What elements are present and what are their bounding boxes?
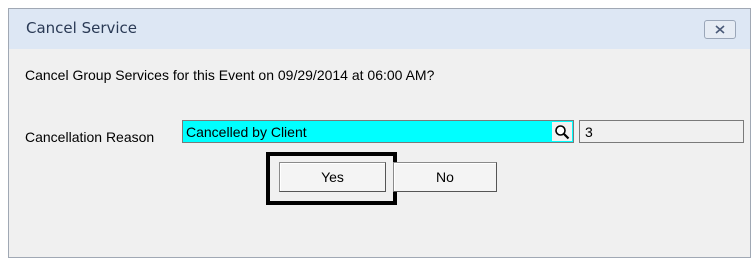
cancellation-reason-value: Cancelled by Client <box>186 124 307 140</box>
cancellation-reason-label: Cancellation Reason <box>25 129 155 145</box>
title-bar: Cancel Service <box>9 9 750 49</box>
reason-code-field: 3 <box>579 120 744 143</box>
reason-lookup-button[interactable] <box>552 122 572 141</box>
close-button[interactable] <box>704 20 736 39</box>
confirmation-question: Cancel Group Services for this Event on … <box>25 67 435 83</box>
close-x-icon <box>715 25 725 34</box>
window-title: Cancel Service <box>26 19 138 37</box>
reason-code-value: 3 <box>585 124 593 140</box>
cancellation-reason-field[interactable]: Cancelled by Client <box>182 120 574 143</box>
cancel-service-dialog: Cancel Service Cancel Group Services for… <box>8 8 751 258</box>
dialog-body: Cancel Group Services for this Event on … <box>9 49 750 257</box>
search-icon <box>555 124 570 139</box>
no-button[interactable]: No <box>393 162 497 192</box>
yes-button[interactable]: Yes <box>279 162 386 192</box>
